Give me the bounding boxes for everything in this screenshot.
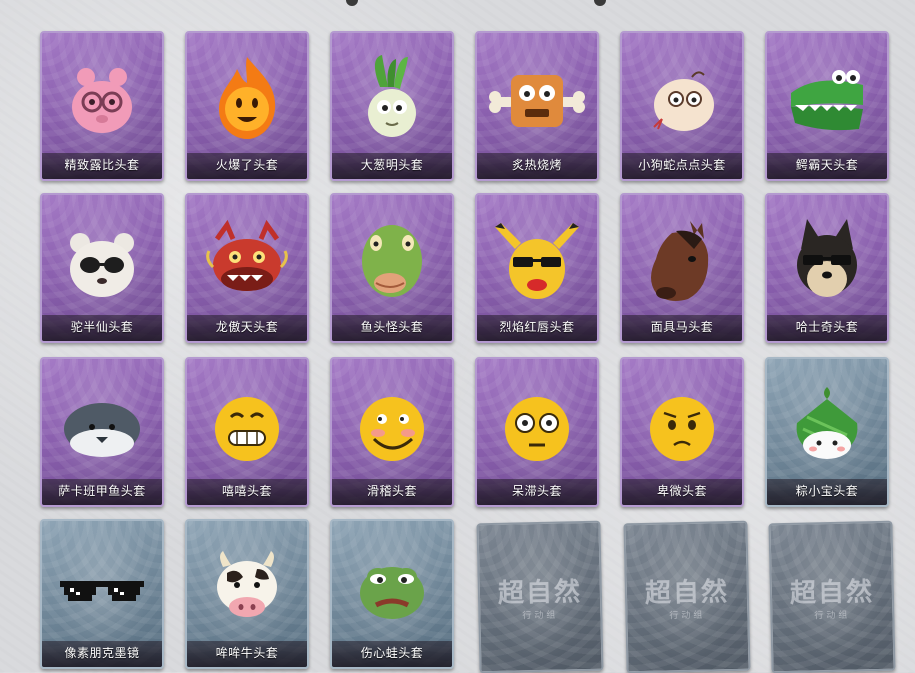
headwear-name: 伤心蛙头套: [360, 646, 424, 660]
headwear-card[interactable]: 鳄霸天头套: [765, 31, 889, 181]
headwear-name: 嘻嘻头套: [221, 484, 272, 498]
dragon-head-icon: [206, 219, 288, 291]
headwear-card[interactable]: 哈士奇头套: [765, 193, 889, 343]
headwear-card[interactable]: 哞哞牛头套: [185, 519, 309, 669]
fireball-head-icon: [219, 57, 276, 139]
headwear-name: 精致露比头套: [64, 158, 140, 172]
zongzi-head-icon: [796, 387, 858, 459]
sacabambaspis-head-icon: [64, 403, 140, 457]
headwear-card[interactable]: 嘻嘻头套: [185, 357, 309, 507]
headwear-card[interactable]: 呆滞头套: [475, 357, 599, 507]
headwear-name: 粽小宝头套: [795, 484, 859, 498]
headwear-name: 大葱明头套: [360, 158, 424, 172]
headwear-card[interactable]: 小狗蛇点点头套: [620, 31, 744, 181]
headwear-name: 哞哞牛头套: [215, 646, 279, 660]
horse-mask-head-icon: [651, 221, 709, 301]
cropped-glyph: [346, 0, 358, 6]
watermark-title: 超自然: [497, 577, 583, 609]
headwear-card[interactable]: 大葱明头套: [330, 31, 454, 181]
headwear-name: 鱼头怪头套: [360, 320, 424, 334]
headwear-name: 小狗蛇点点头套: [638, 158, 726, 172]
headwear-name: 像素朋克墨镜: [64, 646, 140, 660]
headwear-name: 炙热烧烤: [511, 158, 562, 172]
watermark-title: 超自然: [644, 577, 730, 609]
headwear-card[interactable]: 炙热烧烤: [475, 31, 599, 181]
headwear-name: 呆滞头套: [511, 484, 562, 498]
pleading-emoji-head-icon: [650, 397, 714, 461]
grinning-emoji-head-icon: [215, 397, 279, 461]
headwear-card[interactable]: 龙傲天头套: [185, 193, 309, 343]
headwear-name: 驼半仙头套: [70, 320, 134, 334]
top-cropped-text: [0, 0, 915, 14]
cow-head-icon: [217, 551, 277, 617]
headwear-name: 卑微头套: [656, 484, 707, 498]
headwear-card[interactable]: 火爆了头套: [185, 31, 309, 181]
headwear-card[interactable]: 滑稽头套: [330, 357, 454, 507]
locked-slot-card: 超自然 行动组: [623, 520, 751, 673]
pixel-sunglasses-icon: [60, 581, 144, 601]
husky-head-icon: [797, 219, 857, 297]
headwear-grid: 精致露比头套 火爆了头套 大葱明头套 炙热烧烤 小狗蛇点点头套 鳄霸天头套 驼半…: [40, 31, 896, 673]
watermark-subtitle: 行动组: [522, 610, 559, 622]
headwear-name: 鳄霸天头套: [795, 158, 859, 172]
headwear-name: 龙傲天头套: [215, 320, 279, 334]
headwear-card[interactable]: 鱼头怪头套: [330, 193, 454, 343]
cropped-glyph: [594, 0, 606, 6]
smirk-emoji-head-icon: [360, 397, 424, 461]
headwear-card[interactable]: 驼半仙头套: [40, 193, 164, 343]
watermark-title: 超自然: [789, 577, 875, 609]
locked-slot-card: 超自然 行动组: [768, 520, 896, 673]
headwear-name: 火爆了头套: [215, 158, 279, 172]
headwear-card[interactable]: 萨卡班甲鱼头套: [40, 357, 164, 507]
watermark-subtitle: 行动组: [669, 610, 706, 622]
toast-bone-head-icon: [489, 75, 585, 127]
headwear-name: 面具马头套: [650, 320, 714, 334]
pikachu-lips-head-icon: [495, 223, 579, 299]
stunned-emoji-head-icon: [505, 397, 569, 461]
crocodile-head-icon: [791, 70, 863, 131]
fish-monster-head-icon: [362, 225, 422, 297]
locked-slot-card: 超自然 行动组: [476, 520, 604, 673]
headwear-card[interactable]: 伤心蛙头套: [330, 519, 454, 669]
watermark-subtitle: 行动组: [814, 610, 851, 622]
headwear-card[interactable]: 面具马头套: [620, 193, 744, 343]
headwear-card[interactable]: 卑微头套: [620, 357, 744, 507]
sad-frog-head-icon: [360, 567, 424, 619]
headwear-name: 滑稽头套: [366, 484, 417, 498]
headwear-card[interactable]: 精致露比头套: [40, 31, 164, 181]
snake-puppy-head-icon: [653, 71, 714, 131]
pink-piggy-head-icon: [72, 68, 132, 133]
sunglasses-bear-head-icon: [70, 233, 134, 297]
headwear-card[interactable]: 粽小宝头套: [765, 357, 889, 507]
scallion-head-icon: [368, 55, 416, 137]
headwear-name: 烈焰红唇头套: [499, 320, 575, 334]
headwear-card[interactable]: 烈焰红唇头套: [475, 193, 599, 343]
headwear-name: 哈士奇头套: [795, 320, 859, 334]
headwear-name: 萨卡班甲鱼头套: [58, 484, 146, 498]
headwear-card[interactable]: 像素朋克墨镜: [40, 519, 164, 669]
